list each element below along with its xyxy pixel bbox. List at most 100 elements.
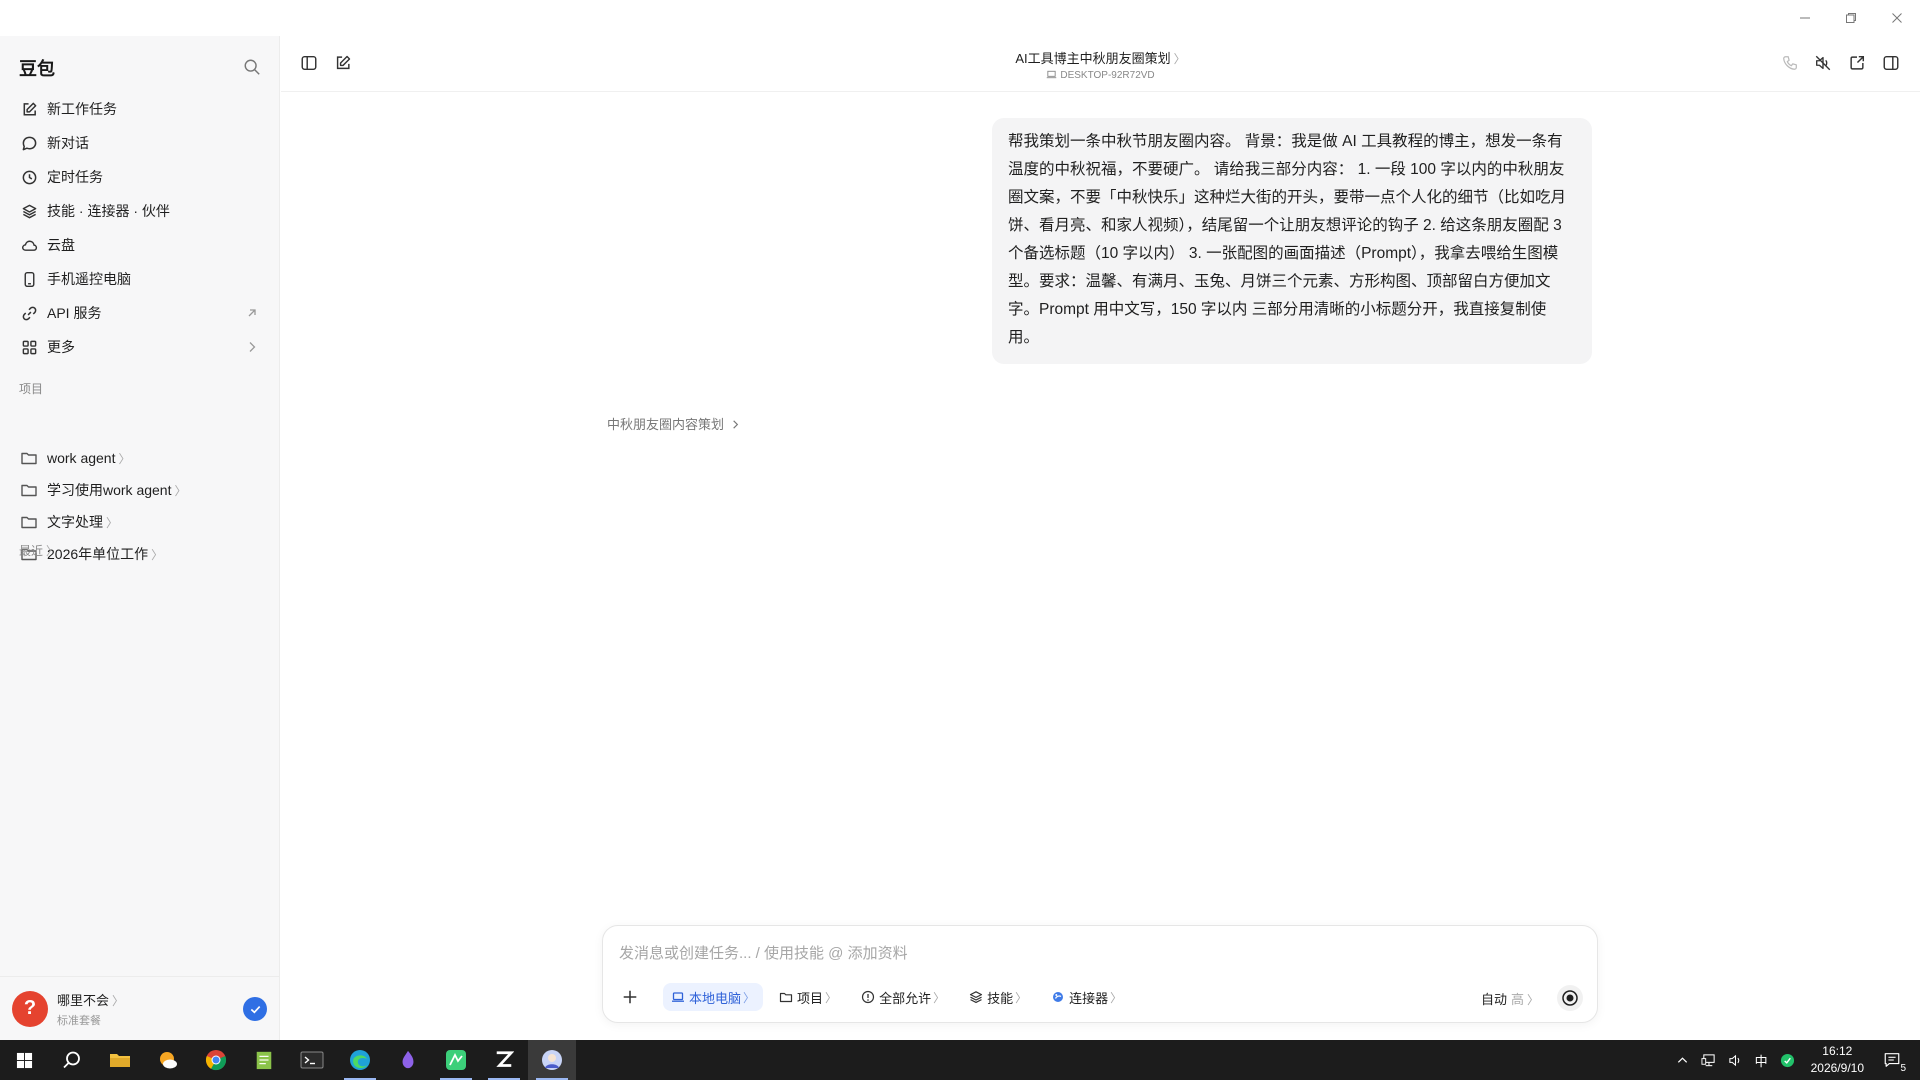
project-item[interactable]: 文字处理〉 <box>10 506 270 538</box>
recent-section-toggle[interactable]: 最近〉 <box>19 542 58 559</box>
taskbar-doubao[interactable] <box>528 1040 576 1080</box>
clock-icon <box>20 168 38 186</box>
message-input[interactable] <box>619 940 1579 966</box>
mode-selector[interactable]: 自动高〉 <box>1481 989 1539 1008</box>
chevron-right-icon: 〉 <box>1015 990 1028 1005</box>
sidebar-item-more[interactable]: 更多 <box>10 330 270 364</box>
laptop-icon <box>1047 70 1057 79</box>
sidebar-item-phone-remote[interactable]: 手机遥控电脑 <box>10 262 270 296</box>
device-name: DESKTOP-92R72VD <box>1060 70 1155 81</box>
call-button[interactable] <box>1781 54 1801 74</box>
project-item[interactable]: 学习使用work agent 〉 <box>10 474 270 506</box>
chevron-right-icon <box>732 420 738 429</box>
sidebar-item-label: API 服务 <box>47 305 102 321</box>
permissions-chip[interactable]: 全部允许〉 <box>853 983 953 1011</box>
taskbar-zed-editor[interactable] <box>480 1040 528 1080</box>
toggle-right-panel-button[interactable] <box>1882 54 1902 74</box>
conversation-title[interactable]: AI工具博主中秋朋友圈策划〉 <box>281 48 1920 67</box>
plus-icon <box>623 990 637 1004</box>
projects-section-label: 项目 <box>19 382 44 396</box>
minimize-icon <box>1800 17 1810 19</box>
link-icon <box>20 304 38 322</box>
composer-options: 本地电脑〉 项目〉 全部允许〉 技能〉 连接器〉 <box>663 983 1138 1011</box>
chip-label: 连接器 <box>1069 990 1109 1006</box>
app-window: 豆包 新工作任务 新对话 定时任务 技能 · 连接器 · 伙伴 云盘 手机遥控电… <box>0 0 1920 1080</box>
taskbar-file-explorer[interactable] <box>96 1040 144 1080</box>
verified-badge <box>243 997 267 1021</box>
ime-indicator[interactable]: 中 <box>1755 1051 1768 1070</box>
close-button[interactable] <box>1874 0 1920 36</box>
connector-icon <box>1053 992 1064 1002</box>
notification-center-button[interactable]: 5 <box>1878 1046 1906 1074</box>
chevron-right-icon: 〉 <box>1173 52 1186 66</box>
tray-expand-button[interactable] <box>1676 1054 1689 1067</box>
flame-icon <box>402 1050 414 1069</box>
app-title: 豆包 <box>19 59 55 79</box>
message-composer: 本地电脑〉 项目〉 全部允许〉 技能〉 连接器〉 自动高〉 <box>602 925 1598 1023</box>
taskbar: 中 16:12 2026/9/10 5 <box>0 1040 1920 1080</box>
project-chip[interactable]: 项目〉 <box>771 983 845 1011</box>
folder-icon <box>20 513 38 531</box>
tray-app-icon[interactable] <box>1780 1053 1795 1068</box>
user-panel[interactable]: ? 哪里不会〉 标准套餐 <box>0 976 279 1040</box>
tray-green-app-icon <box>1780 1053 1794 1067</box>
chevron-right-icon: 〉 <box>118 451 131 466</box>
share-icon <box>1850 55 1865 70</box>
taskbar-app-purple[interactable] <box>384 1040 432 1080</box>
taskbar-edge[interactable] <box>336 1040 384 1080</box>
volume-button[interactable] <box>1728 1053 1743 1068</box>
user-name: 哪里不会 <box>57 992 110 1008</box>
notification-count: 5 <box>1900 1063 1906 1074</box>
user-message-bubble: 帮我策划一条中秋节朋友圈内容。 背景：我是做 AI 工具教程的博主，想发一条有温… <box>992 118 1592 364</box>
external-arrow-icon <box>244 305 260 321</box>
sidebar-item-cloud-drive[interactable]: 云盘 <box>10 228 270 262</box>
network-button[interactable] <box>1701 1053 1716 1068</box>
chevron-right-icon <box>244 339 260 355</box>
conversation-title-text: AI工具博主中秋朋友圈策划 <box>1015 51 1171 66</box>
share-button[interactable] <box>1848 54 1868 74</box>
taskbar-chrome[interactable] <box>192 1040 240 1080</box>
title-bar <box>0 0 1920 36</box>
sidebar-item-new-chat[interactable]: 新对话 <box>10 126 270 160</box>
taskbar-app-green[interactable] <box>432 1040 480 1080</box>
search-button[interactable] <box>243 58 263 78</box>
taskbar-weather-app[interactable] <box>144 1040 192 1080</box>
chevron-right-icon: 〉 <box>1110 990 1123 1005</box>
voice-record-button[interactable] <box>1557 985 1583 1011</box>
sidebar-item-scheduled-tasks[interactable]: 定时任务 <box>10 160 270 194</box>
minimize-button[interactable] <box>1782 0 1828 36</box>
chip-label: 项目 <box>797 990 824 1006</box>
folder-icon <box>110 1054 130 1067</box>
user-name-row[interactable]: 哪里不会〉 <box>57 990 124 1009</box>
grid-icon <box>20 338 38 356</box>
mute-button[interactable] <box>1814 54 1834 74</box>
taskbar-notes-app[interactable] <box>240 1040 288 1080</box>
connectors-chip[interactable]: 连接器〉 <box>1043 983 1130 1011</box>
system-tray: 中 16:12 2026/9/10 5 <box>1670 1040 1920 1080</box>
sidebar-item-api-service[interactable]: API 服务 <box>10 296 270 330</box>
record-icon <box>1562 990 1578 1006</box>
folder-icon <box>20 481 38 499</box>
task-link[interactable]: 中秋朋友圈内容策划 <box>607 414 741 433</box>
chat-bubble-icon <box>20 134 38 152</box>
speaker-off-icon <box>1815 55 1831 71</box>
window-controls <box>1782 0 1920 36</box>
taskbar-search-button[interactable] <box>48 1040 96 1080</box>
sidebar-item-skills[interactable]: 技能 · 连接器 · 伙伴 <box>10 194 270 228</box>
start-button[interactable] <box>0 1040 48 1080</box>
attach-button[interactable] <box>617 984 643 1010</box>
skills-chip[interactable]: 技能〉 <box>961 983 1035 1011</box>
sidebar-item-label: 更多 <box>47 339 75 355</box>
doubao-icon <box>542 1050 562 1070</box>
layers-icon <box>20 202 38 220</box>
sidebar-item-label: 技能 · 连接器 · 伙伴 <box>47 203 170 219</box>
project-item[interactable]: work agent 〉 <box>10 442 270 474</box>
local-computer-chip[interactable]: 本地电脑〉 <box>663 983 764 1011</box>
notification-icon <box>1884 1053 1900 1067</box>
sidebar-item-new-work-task[interactable]: 新工作任务 <box>10 92 270 126</box>
edit-icon <box>20 100 38 118</box>
avatar[interactable]: ? <box>12 990 48 1027</box>
clock[interactable]: 16:12 2026/9/10 <box>1811 1043 1864 1077</box>
restore-button[interactable] <box>1828 0 1874 36</box>
taskbar-terminal[interactable] <box>288 1040 336 1080</box>
